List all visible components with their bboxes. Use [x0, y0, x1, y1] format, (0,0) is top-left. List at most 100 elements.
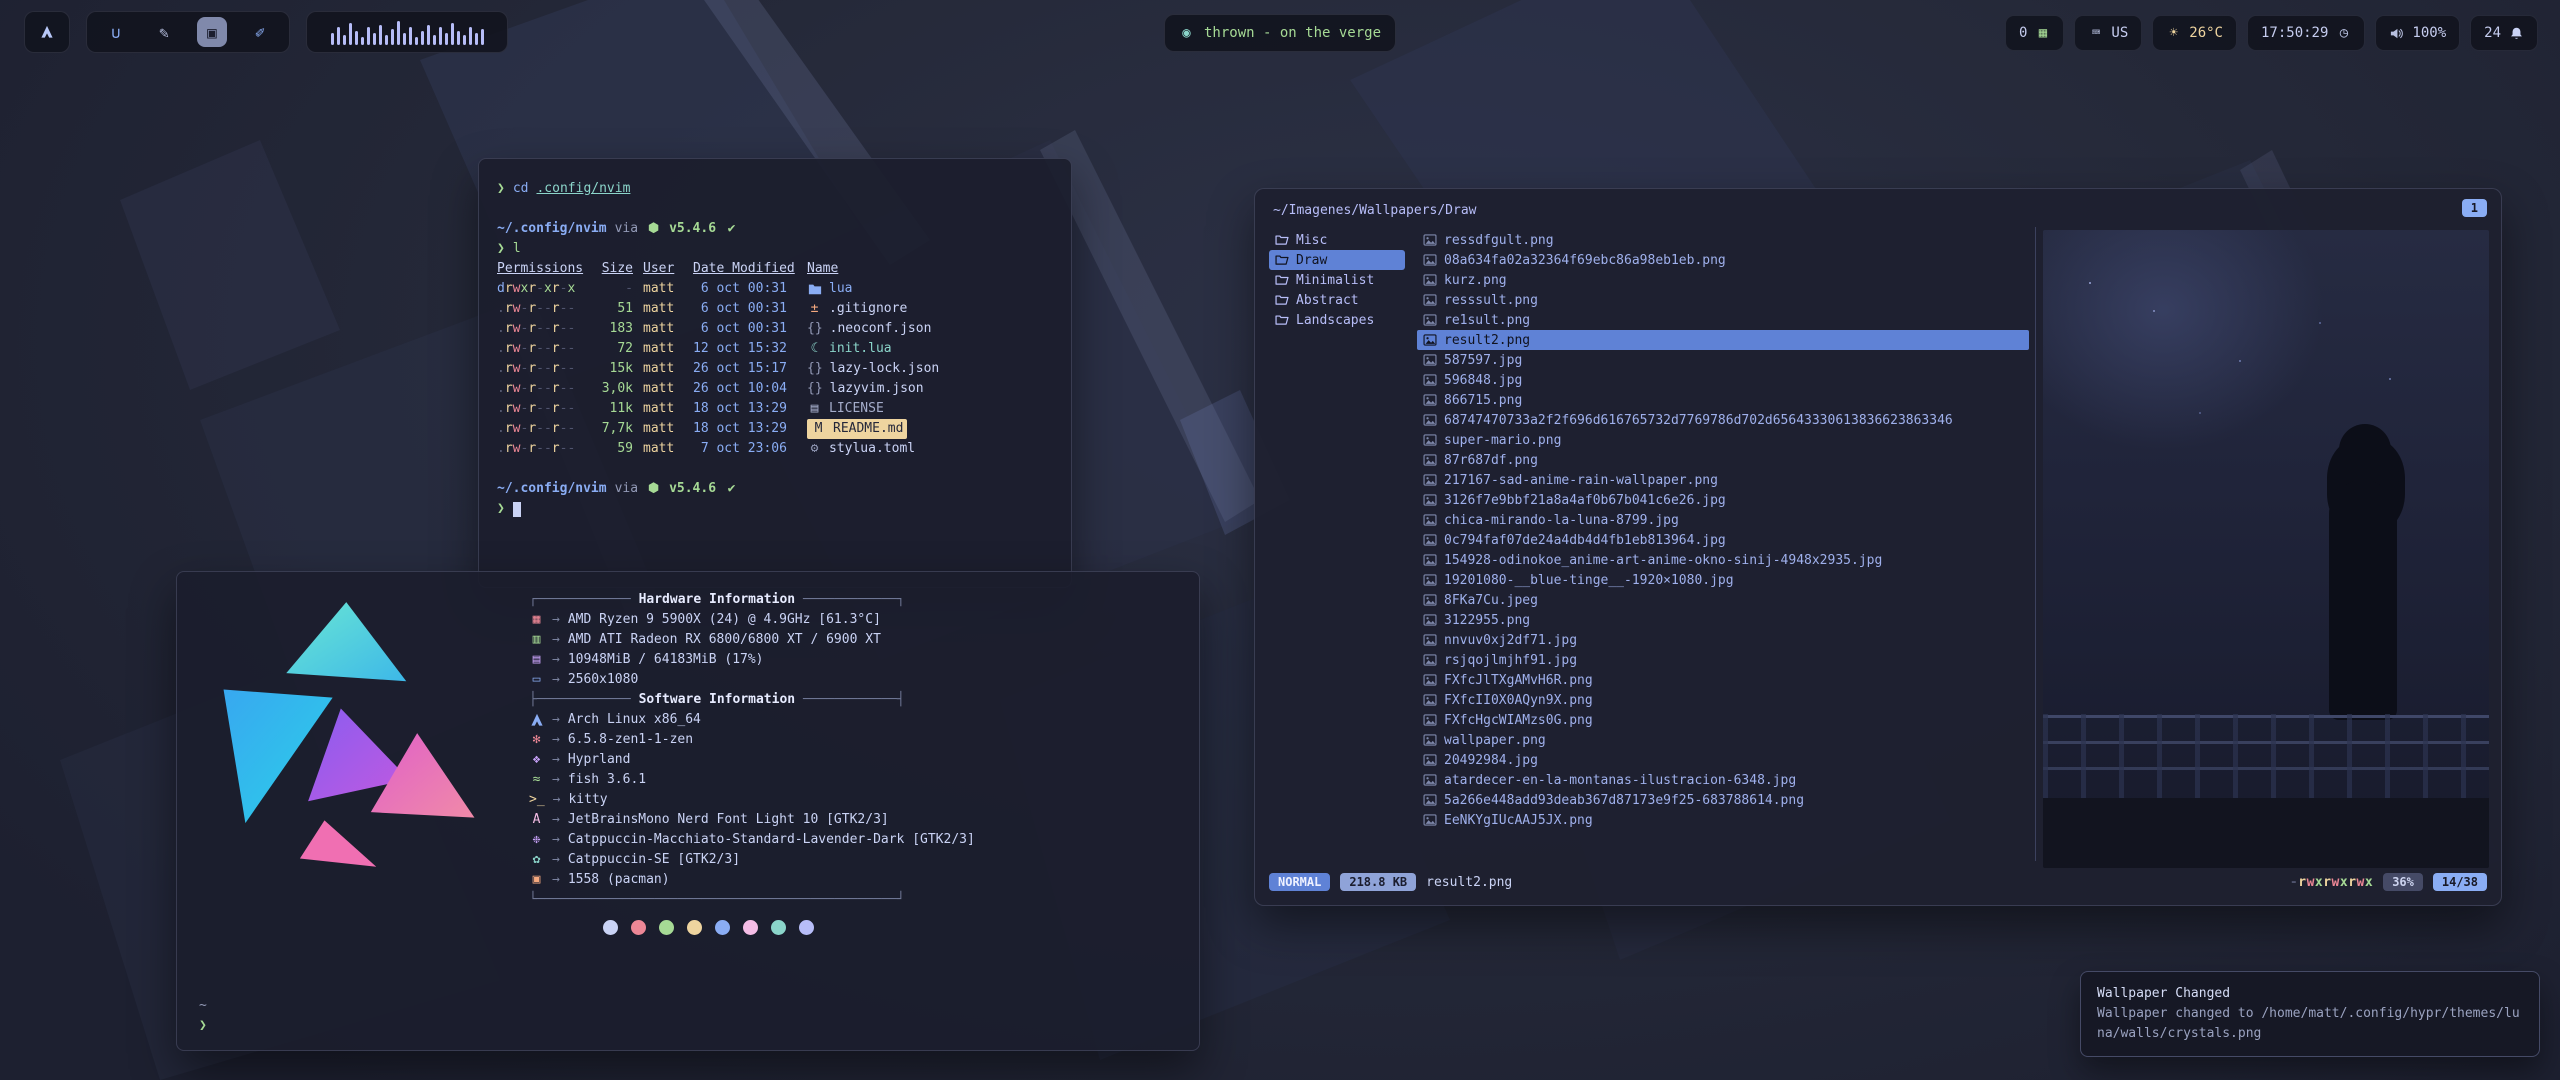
file-row[interactable]: re1sult.png: [1417, 310, 2029, 330]
file-row[interactable]: 87r687df.png: [1417, 450, 2029, 470]
file-row[interactable]: 3126f7e9bbf21a8a4af0b67b041c6e26.jpg: [1417, 490, 2029, 510]
prompt-input-line[interactable]: ❯: [497, 499, 1053, 519]
updates-module[interactable]: 0 ▦: [2005, 15, 2064, 51]
lua-icon: ☾: [807, 339, 822, 359]
file-row[interactable]: 217167-sad-anime-rain-wallpaper.png: [1417, 470, 2029, 490]
json-icon: {}: [807, 379, 823, 399]
fetch-info-line: ❖→Hyprland: [529, 750, 1177, 770]
folder-open-icon: [1274, 273, 1289, 287]
sidebar-folder[interactable]: Draw: [1269, 250, 1405, 270]
visualizer-bar: [349, 23, 352, 45]
clock-time: 17:50:29: [2261, 25, 2328, 41]
color-palette: [603, 920, 1177, 935]
weather-module[interactable]: ☀ 26°C: [2152, 15, 2237, 51]
file-row[interactable]: 68747470733a2f2f696d616765732d7769786d70…: [1417, 410, 2029, 430]
git-icon: ±: [807, 299, 822, 319]
workspace-button[interactable]: ✎: [149, 17, 179, 47]
file-row[interactable]: FXfcJlTXgAMvH6R.png: [1417, 670, 2029, 690]
markdown-icon: M: [811, 419, 826, 439]
image-icon: [1422, 733, 1437, 747]
folder-sidebar: MiscDrawMinimalistAbstractLandscapes: [1269, 230, 1405, 330]
visualizer-bar: [331, 33, 334, 45]
tab-badge[interactable]: 1: [2462, 199, 2487, 217]
file-row[interactable]: 19201080-__blue-tinge__-1920×1080.jpg: [1417, 570, 2029, 590]
file-row[interactable]: wallpaper.png: [1417, 730, 2029, 750]
image-icon: [1422, 353, 1437, 367]
sidebar-folder[interactable]: Misc: [1269, 230, 1405, 250]
file-row[interactable]: kurz.png: [1417, 270, 2029, 290]
file-row[interactable]: rsjqojlmjhf91.jpg: [1417, 650, 2029, 670]
file-row[interactable]: FXfcHgcWIAMzs0G.png: [1417, 710, 2029, 730]
fetch-info-line: ▣→1558 (pacman): [529, 870, 1177, 890]
prompt-line: ~/.config/nvim via ⬢ v5.4.6 ✔: [497, 219, 1053, 239]
image-icon: [1422, 793, 1437, 807]
preview-floor: [2043, 798, 2489, 868]
file-row[interactable]: 154928-odinokoe_anime-art-anime-okno-sin…: [1417, 550, 2029, 570]
file-row[interactable]: 3122955.png: [1417, 610, 2029, 630]
listing-row: .rw-r--r--59matt 7 oct 23:06⚙stylua.toml: [497, 439, 1053, 459]
scroll-percent-badge: 36%: [2383, 873, 2423, 891]
image-icon: [1422, 593, 1437, 607]
workspaces[interactable]: ∪ ✎ ▣ ✐: [86, 11, 290, 53]
visualizer-bar: [463, 35, 466, 45]
preview-stars: [2089, 282, 2091, 284]
file-row[interactable]: result2.png: [1417, 330, 2029, 350]
fetch-info-line: ▦→AMD Ryzen 9 5900X (24) @ 4.9GHz [61.3°…: [529, 610, 1177, 630]
workspace-button[interactable]: ▣: [197, 17, 227, 47]
nodejs-icon: ⬢: [646, 479, 661, 499]
fetch-info-line: ▭→2560x1080: [529, 670, 1177, 690]
volume-module[interactable]: 100%: [2375, 15, 2460, 51]
image-icon: [1422, 333, 1437, 347]
visualizer-bars: [331, 19, 484, 45]
listing-row: .rw-r--r--3,0kmatt26 oct 10:04{}lazyvim.…: [497, 379, 1053, 399]
keyboard-layout: US: [2111, 25, 2128, 41]
file-row[interactable]: resssult.png: [1417, 290, 2029, 310]
file-row[interactable]: 8FKa7Cu.jpeg: [1417, 590, 2029, 610]
prompt-line: ~/.config/nvim via ⬢ v5.4.6 ✔: [497, 479, 1053, 499]
visualizer-bar: [469, 27, 472, 45]
launcher-button[interactable]: [24, 11, 70, 53]
sidebar-folder[interactable]: Abstract: [1269, 290, 1405, 310]
clock-module[interactable]: 17:50:29 ◷: [2247, 15, 2365, 51]
file-row[interactable]: atardecer-en-la-montanas-ilustracion-634…: [1417, 770, 2029, 790]
file-row[interactable]: EeNKYgIUcAAJ5JX.png: [1417, 810, 2029, 830]
fetch-info-line: >_→kitty: [529, 790, 1177, 810]
terminal-window[interactable]: ❯ cd .config/nvim ~/.config/nvim via ⬢ v…: [478, 158, 1072, 588]
status-bar-top: ∪ ✎ ▣ ✐ ◉ thrown - on the verge 0 ▦ ⌨ US ☀ …: [0, 0, 2560, 64]
visualizer-bar: [409, 27, 412, 45]
image-icon: [1422, 813, 1437, 827]
file-row[interactable]: chica-mirando-la-luna-8799.jpg: [1417, 510, 2029, 530]
workspace-button[interactable]: ∪: [101, 17, 131, 47]
file-manager-window[interactable]: ~/Imagenes/Wallpapers/Draw 1 MiscDrawMin…: [1254, 188, 2502, 906]
fetch-info-line: →Arch Linux x86_64: [529, 710, 1177, 730]
file-row[interactable]: ressdfgult.png: [1417, 230, 2029, 250]
media-widget[interactable]: ◉ thrown - on the verge: [1164, 14, 1396, 52]
file-row[interactable]: 866715.png: [1417, 390, 2029, 410]
folder-open-icon: [1274, 233, 1289, 247]
file-row[interactable]: 5a266e448add93deab367d87173e9f25-6837886…: [1417, 790, 2029, 810]
listing-row: drwxr-xr-x-matt 6 oct 00:31lua: [497, 279, 1053, 299]
fastfetch-window[interactable]: ┌──────────── Hardware Information ─────…: [176, 571, 1200, 1051]
file-row[interactable]: 587597.jpg: [1417, 350, 2029, 370]
keyboard-layout-module[interactable]: ⌨ US: [2074, 15, 2142, 51]
file-row[interactable]: 08a634fa02a32364f69ebc86a98eb1eb.png: [1417, 250, 2029, 270]
os-icon: [529, 713, 544, 727]
sidebar-folder[interactable]: Landscapes: [1269, 310, 1405, 330]
file-row[interactable]: FXfcII0X0AQyn9X.png: [1417, 690, 2029, 710]
keyboard-icon: ⌨: [2088, 25, 2103, 41]
file-row[interactable]: 0c794faf07de24a4db4d4fb1eb813964.jpg: [1417, 530, 2029, 550]
notifications-module[interactable]: 24: [2470, 15, 2538, 51]
file-row[interactable]: 596848.jpg: [1417, 370, 2029, 390]
file-row[interactable]: nnvuv0xj2df71.jpg: [1417, 630, 2029, 650]
sidebar-folder[interactable]: Minimalist: [1269, 270, 1405, 290]
notification-toast[interactable]: Wallpaper Changed Wallpaper changed to /…: [2080, 971, 2540, 1057]
folder-open-icon: [1274, 293, 1289, 307]
permissions-text: -rwxrwxrwx: [2290, 875, 2373, 890]
brush-icon: ✐: [253, 23, 268, 42]
file-row[interactable]: super-mario.png: [1417, 430, 2029, 450]
visualizer-bar: [355, 31, 358, 45]
visualizer-bar: [337, 27, 340, 45]
file-row[interactable]: 20492984.jpg: [1417, 750, 2029, 770]
size-badge: 218.8 KB: [1340, 873, 1416, 891]
workspace-button[interactable]: ✐: [245, 17, 275, 47]
